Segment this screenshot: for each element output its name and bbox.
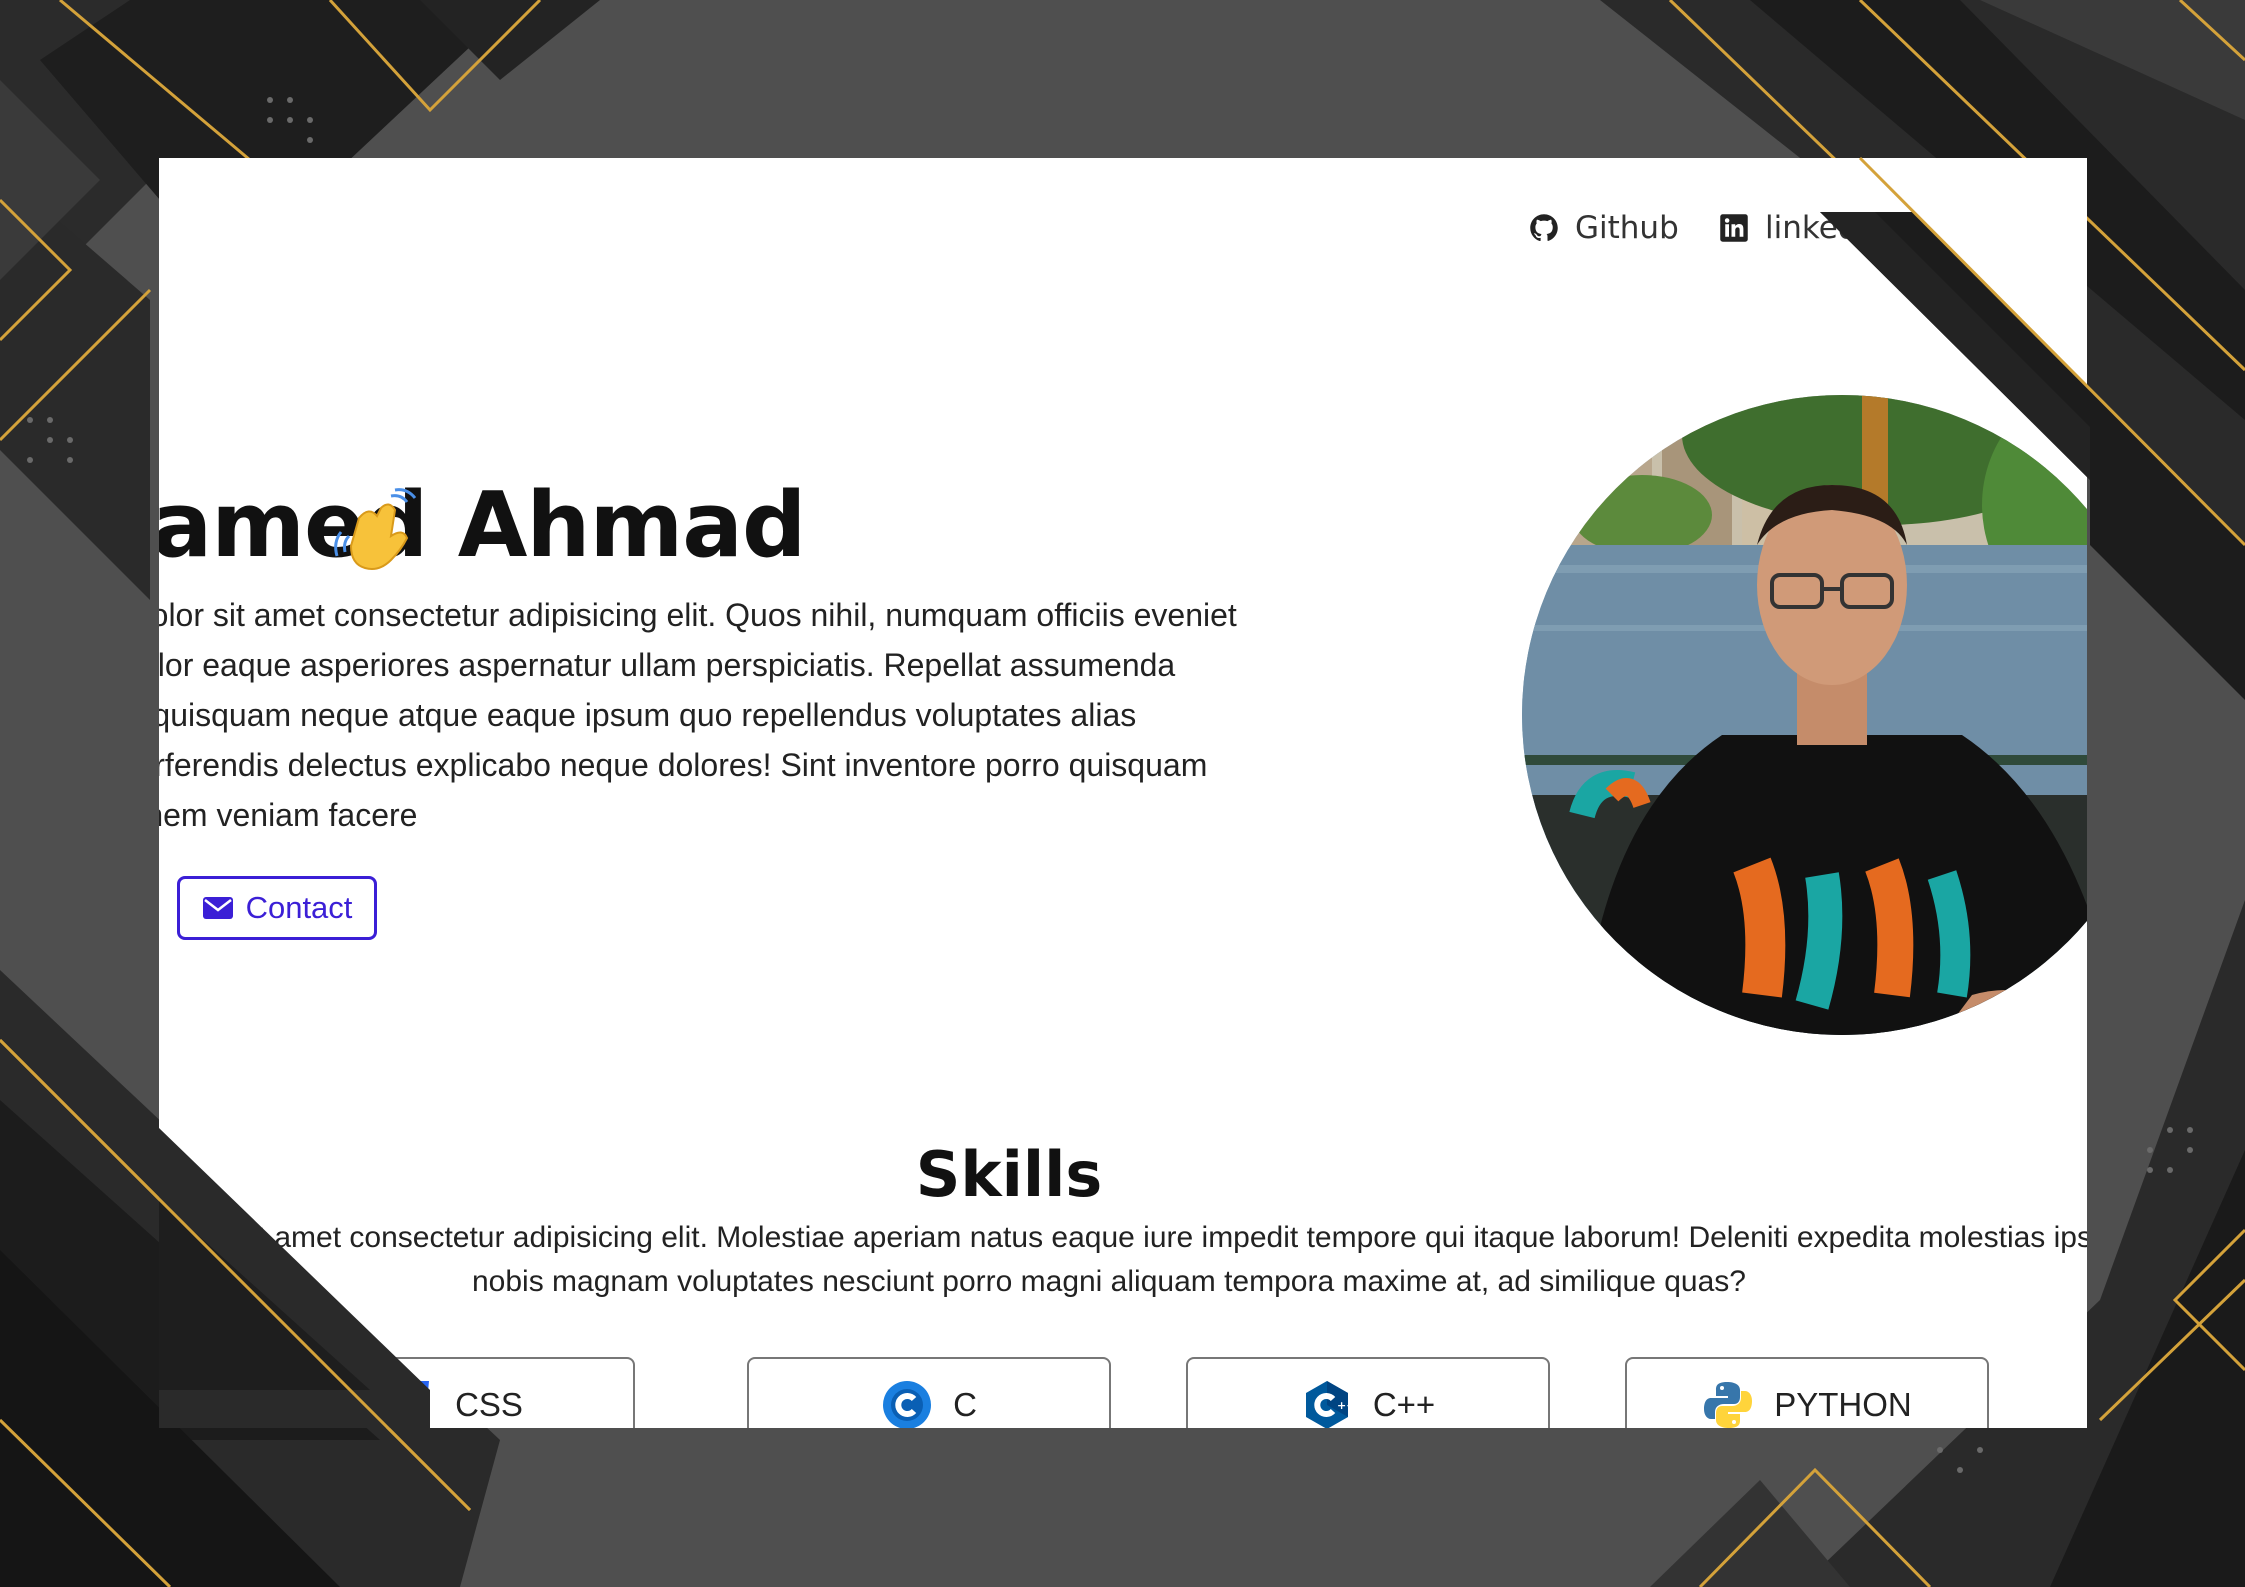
hero-title: Mohamed Ahmad (159, 473, 806, 578)
skill-card-cpp: ++ C++ (1186, 1357, 1550, 1428)
skill-label-css: CSS (455, 1386, 523, 1423)
skills-title: Skills (915, 1138, 1103, 1211)
github-icon (1530, 214, 1558, 242)
skill-label-python: PYTHON (1774, 1386, 1912, 1423)
css3-icon (389, 1381, 430, 1428)
hero-description: Lorem ipsum dolor sit amet consectetur a… (159, 597, 1237, 833)
contact-button[interactable]: Contact (177, 876, 377, 940)
skill-card-c: C (747, 1357, 1111, 1428)
cpp-icon: ++ (1305, 1381, 1353, 1428)
nav-linkedin-label: linkedin (1765, 210, 1886, 246)
page-viewport: Github linkedin Mohamed Ahmad Lorem ipsu… (159, 158, 2087, 1428)
profile-photo (1522, 395, 2087, 1035)
nav-github-label: Github (1575, 210, 1679, 246)
contact-button-label: Contact (245, 890, 353, 925)
skill-card-python: PYTHON (1625, 1357, 1989, 1428)
linkedin-icon (1720, 214, 1748, 242)
skill-label-cpp: C++ (1372, 1386, 1436, 1423)
envelope-icon (202, 897, 233, 919)
nav-github-link[interactable]: Github (1529, 210, 1679, 246)
c-lang-icon (883, 1381, 932, 1428)
skill-card-css: CSS (271, 1357, 635, 1428)
nav-linkedin-link[interactable]: linkedin (1719, 210, 1886, 246)
skills-description: Lorem ipsum dolor sit amet consectetur a… (159, 1221, 2087, 1298)
skill-label-c: C (953, 1386, 977, 1423)
svg-text:++: ++ (1337, 1399, 1353, 1412)
waving-hand-icon (334, 488, 417, 570)
python-icon (1704, 1382, 1753, 1428)
